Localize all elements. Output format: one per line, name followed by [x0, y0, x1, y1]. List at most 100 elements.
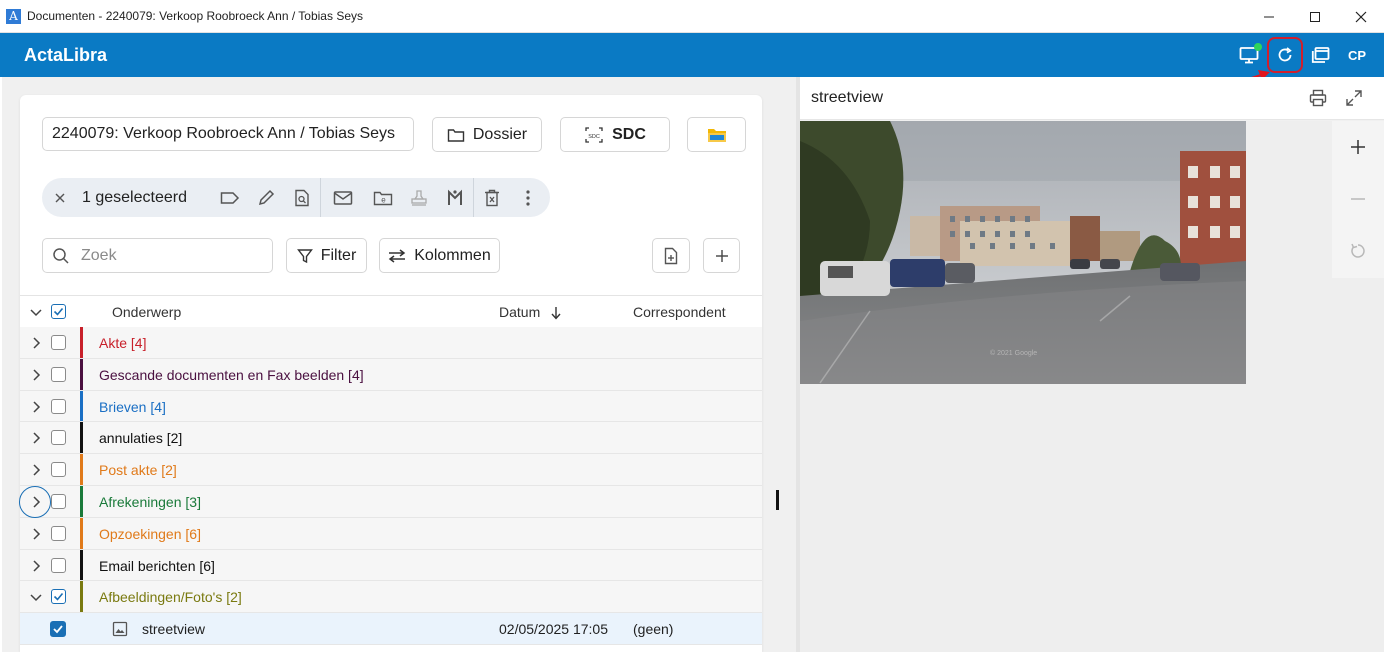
stamp-button[interactable] [401, 178, 437, 217]
filter-button[interactable]: Filter [286, 238, 367, 273]
row-checkbox[interactable] [51, 366, 66, 382]
folder-icon [447, 128, 465, 142]
expand-icon [1346, 90, 1362, 106]
panel-edge [0, 77, 2, 652]
row-checkbox[interactable] [51, 430, 66, 446]
group-label: Email berichten [6] [99, 557, 215, 574]
e-folder-button[interactable]: e [365, 178, 401, 217]
group-label: Afbeeldingen/Foto's [2] [99, 589, 242, 606]
sdc-button[interactable]: SDC SDC [560, 117, 670, 152]
group-row[interactable]: Afbeeldingen/Foto's [2] [20, 581, 762, 614]
dossier-button-label: Dossier [472, 125, 528, 143]
edit-button[interactable] [248, 178, 284, 217]
group-row[interactable]: Post akte [2] [20, 454, 762, 486]
select-all-checkbox[interactable] [51, 304, 66, 319]
clear-selection-button[interactable] [42, 192, 78, 204]
user-initials: CP [1347, 47, 1367, 63]
row-checkbox[interactable] [51, 462, 66, 478]
row-checkbox[interactable] [51, 398, 66, 414]
online-status-dot [1254, 43, 1262, 51]
checkmark-icon [53, 625, 63, 634]
reset-zoom-button[interactable] [1332, 225, 1384, 277]
sort-down-icon [551, 307, 561, 320]
row-checkbox[interactable] [50, 621, 66, 638]
group-label: Akte [4] [99, 335, 147, 351]
group-row[interactable]: Afrekeningen [3] [20, 485, 762, 518]
row-checkbox[interactable] [51, 557, 66, 573]
more-options-button[interactable] [510, 178, 546, 217]
group-color-bar [80, 390, 83, 422]
plus-icon [715, 249, 728, 262]
expand-toggle[interactable] [28, 367, 44, 383]
refresh-button[interactable] [1267, 37, 1303, 73]
fullscreen-button[interactable] [1343, 87, 1365, 109]
checkmark-icon [53, 593, 64, 602]
expand-toggle[interactable] [28, 558, 44, 574]
group-color-bar [80, 454, 83, 485]
delete-button[interactable] [474, 178, 510, 217]
row-checkbox[interactable] [51, 589, 66, 605]
close-button[interactable] [1338, 0, 1384, 33]
group-row[interactable]: Akte [4] [20, 327, 762, 359]
document-group-list: Akte [4] Gescande documenten en Fax beeld… [20, 327, 762, 645]
zoom-in-button[interactable] [1332, 121, 1384, 173]
group-row[interactable]: Opzoekingen [6] [20, 517, 762, 550]
expand-toggle[interactable] [28, 399, 44, 415]
group-color-bar [80, 327, 83, 358]
tag-button[interactable] [212, 178, 248, 217]
chevron-right-icon [33, 464, 41, 476]
document-row[interactable]: streetview 02/05/2025 17:05 (geen) [20, 613, 762, 645]
email-button[interactable] [321, 178, 365, 217]
chevron-right-icon [33, 432, 41, 444]
expand-toggle[interactable] [28, 526, 44, 542]
open-explorer-button[interactable] [687, 117, 746, 152]
chevron-right-icon [33, 337, 41, 349]
expand-toggle[interactable] [28, 430, 44, 446]
preview-button[interactable] [284, 178, 320, 217]
windows-button[interactable] [1308, 42, 1334, 68]
search-input[interactable]: Zoek [42, 238, 273, 273]
chevron-right-icon [33, 560, 41, 572]
zoom-out-button[interactable] [1332, 173, 1384, 225]
cursor-highlight [19, 486, 51, 518]
m-button[interactable] [437, 178, 473, 217]
mail-icon [333, 190, 353, 205]
panel-resize-handle[interactable] [776, 490, 779, 510]
group-color-bar [80, 485, 83, 517]
collapse-all-button[interactable] [28, 304, 44, 323]
columns-button[interactable]: Kolommen [379, 238, 500, 273]
maximize-button[interactable] [1292, 0, 1338, 33]
new-document-button[interactable] [652, 238, 690, 273]
close-icon [1355, 11, 1367, 22]
minus-icon [1351, 198, 1365, 200]
group-row[interactable]: Brieven [4] [20, 390, 762, 423]
group-color-bar [80, 422, 83, 454]
expand-toggle[interactable] [28, 589, 44, 605]
expand-toggle[interactable] [28, 335, 44, 351]
window-titlebar: A Documenten - 2240079: Verkoop Roobroec… [0, 0, 1384, 33]
dossier-field[interactable]: 2240079: Verkoop Roobroeck Ann / Tobias … [42, 117, 414, 151]
document-date: 02/05/2025 17:05 [499, 621, 608, 638]
column-header-subject[interactable]: Onderwerp [112, 304, 181, 320]
group-color-bar [80, 549, 83, 581]
explorer-folder-icon [707, 128, 726, 142]
group-row[interactable]: Gescande documenten en Fax beelden [4] [20, 358, 762, 391]
group-label: Opzoekingen [6] [99, 525, 201, 542]
screen-button[interactable] [1236, 42, 1262, 68]
row-checkbox[interactable] [51, 335, 66, 350]
row-checkbox[interactable] [51, 493, 66, 509]
expand-toggle[interactable] [28, 462, 44, 478]
print-button[interactable] [1307, 87, 1329, 109]
dossier-button[interactable]: Dossier [432, 117, 542, 152]
group-row[interactable]: annulaties [2] [20, 422, 762, 455]
add-button[interactable] [703, 238, 740, 273]
column-header-date[interactable]: Datum [499, 304, 540, 320]
group-color-bar [80, 581, 83, 613]
user-menu-button[interactable]: CP [1344, 42, 1370, 68]
row-checkbox[interactable] [51, 525, 66, 541]
column-header-correspondent[interactable]: Correspondent [633, 304, 726, 320]
minimize-button[interactable] [1246, 0, 1292, 33]
app-icon: A [6, 8, 21, 24]
document-add-icon [664, 247, 678, 264]
group-row[interactable]: Email berichten [6] [20, 549, 762, 582]
